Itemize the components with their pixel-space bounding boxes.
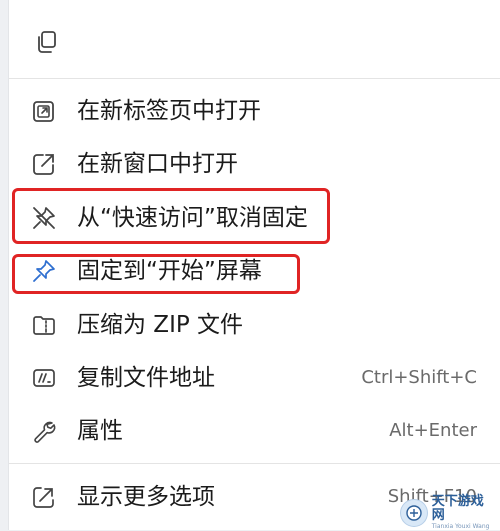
- menu-item-label: 属性: [77, 417, 123, 445]
- copy-button[interactable]: [27, 22, 67, 62]
- menu-item-label: 在新窗口中打开: [77, 150, 238, 178]
- menu-item-open-new-tab[interactable]: 在新标签页中打开: [9, 88, 500, 134]
- menu-item-label: 在新标签页中打开: [77, 97, 261, 125]
- menu-item-copy-path[interactable]: 复制文件地址 Ctrl+Shift+C: [9, 355, 500, 401]
- open-in-new-tab-icon: [31, 98, 57, 124]
- menu-item-unpin-quick-access[interactable]: 从“快速访问”取消固定: [9, 195, 500, 241]
- copy-icon: [34, 29, 60, 55]
- watermark: 天下游戏网 Tianxia Youxi Wang: [400, 498, 496, 528]
- menu-item-label: 压缩为 ZIP 文件: [77, 311, 243, 339]
- watermark-logo-icon: [400, 499, 428, 527]
- divider: [9, 463, 500, 464]
- menu-item-label: 固定到“开始”屏幕: [77, 257, 262, 285]
- show-more-options-icon: [31, 484, 57, 510]
- menu-item-label: 复制文件地址: [77, 364, 215, 392]
- menu-item-pin-to-start[interactable]: 固定到“开始”屏幕: [9, 248, 500, 294]
- quick-actions-bar: [9, 0, 500, 78]
- menu-item-compress-zip[interactable]: 压缩为 ZIP 文件: [9, 302, 500, 348]
- unpin-icon: [31, 205, 57, 231]
- menu-item-shortcut: Alt+Enter: [389, 420, 477, 442]
- watermark-name: 天下游戏网: [432, 495, 496, 523]
- divider: [9, 78, 500, 79]
- menu-item-label: 从“快速访问”取消固定: [77, 204, 308, 232]
- menu-item-properties[interactable]: 属性 Alt+Enter: [9, 408, 500, 454]
- wrench-icon: [31, 418, 57, 444]
- menu-item-open-new-window[interactable]: 在新窗口中打开: [9, 141, 500, 187]
- pin-icon: [31, 258, 57, 284]
- context-menu: 在新标签页中打开 在新窗口中打开 从“快速访问”取消固定: [8, 0, 500, 530]
- copy-path-icon: [31, 365, 57, 391]
- menu-item-shortcut: Ctrl+Shift+C: [361, 367, 477, 389]
- menu-item-label: 显示更多选项: [77, 483, 215, 511]
- open-in-new-window-icon: [31, 151, 57, 177]
- zip-folder-icon: [31, 312, 57, 338]
